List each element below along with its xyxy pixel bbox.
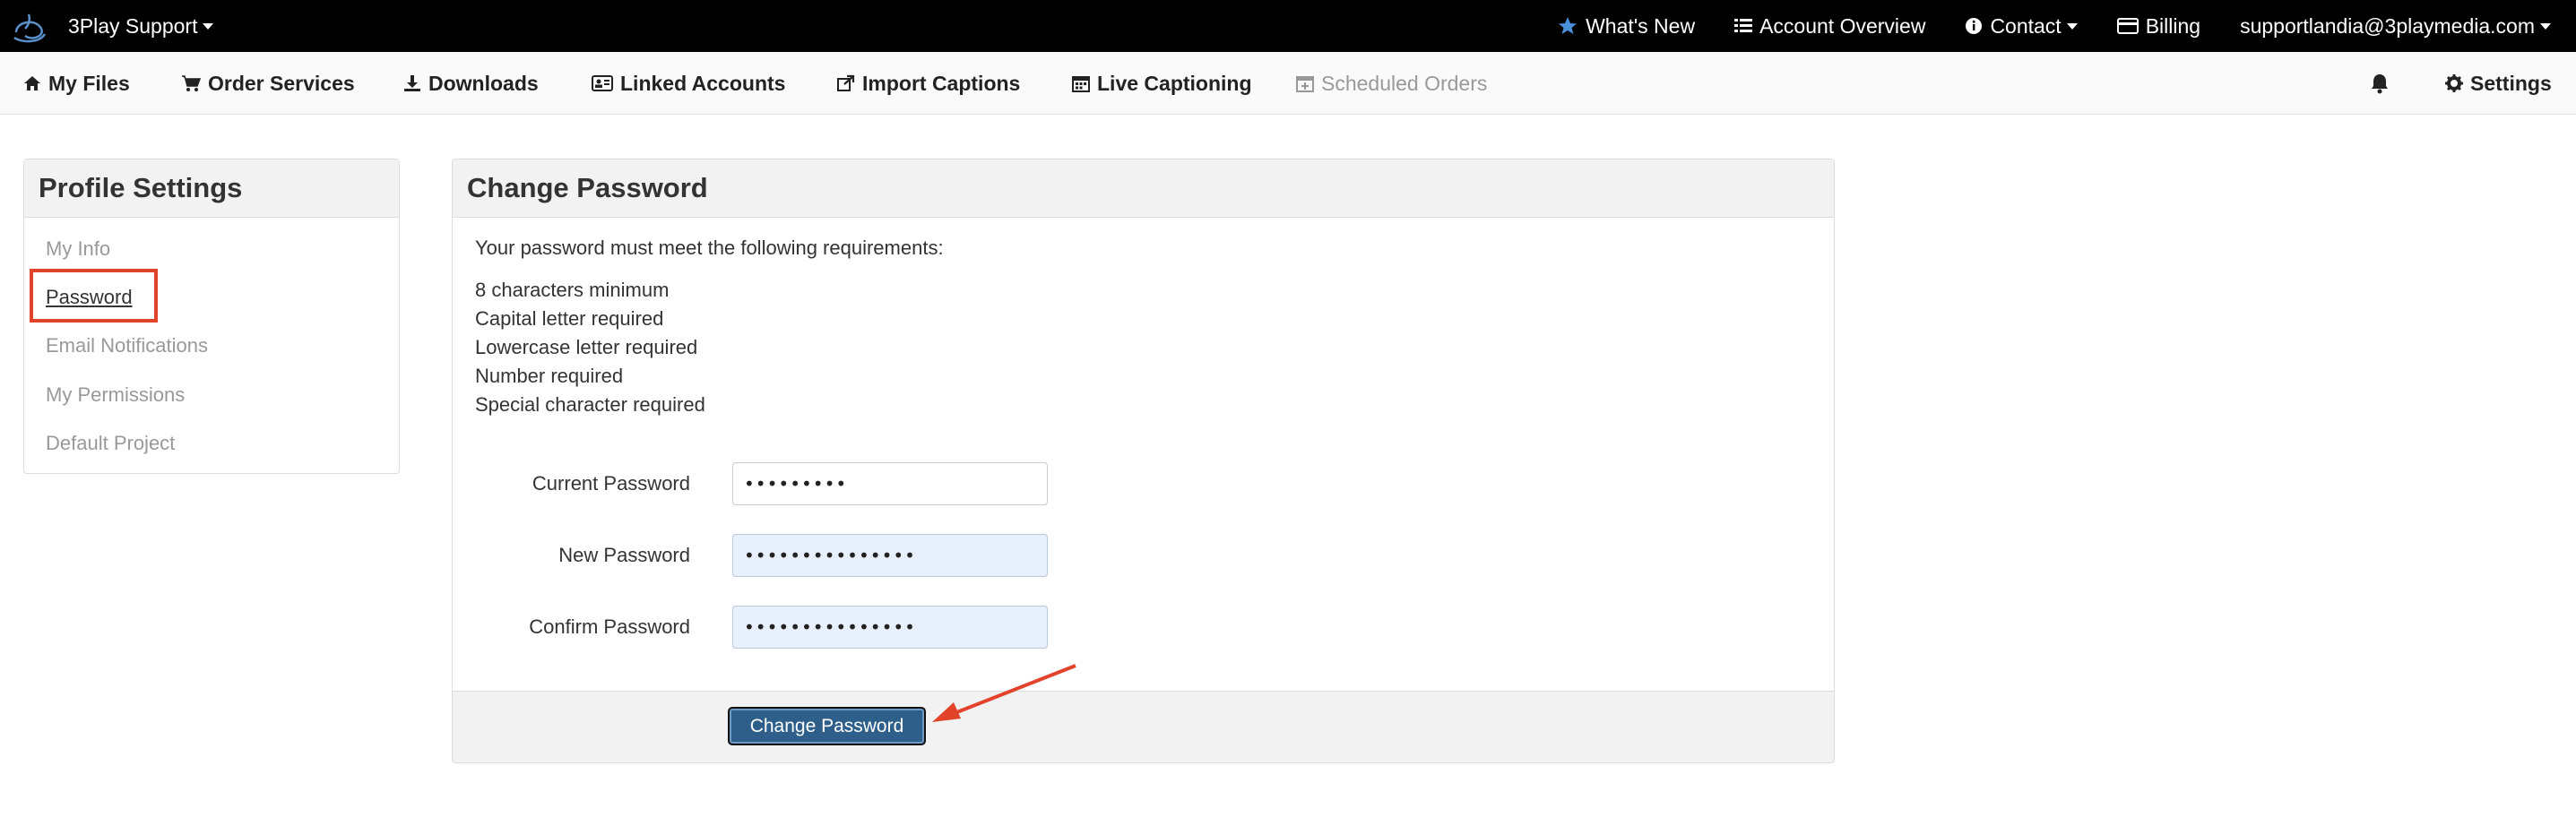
brand: 3Play Support (0, 0, 214, 52)
nav-linked-accounts-label: Linked Accounts (620, 71, 786, 95)
star-icon (1559, 17, 1578, 34)
requirements-list: 8 characters minimum Capital letter requ… (475, 276, 705, 419)
requirement-item: 8 characters minimum (475, 279, 670, 301)
nav-import-captions[interactable]: Import Captions (837, 52, 1020, 115)
nav-import-captions-label: Import Captions (862, 71, 1021, 95)
nav-order-services-label: Order Services (208, 71, 355, 95)
download-icon (404, 75, 420, 91)
notifications-button[interactable] (2370, 52, 2397, 115)
nav-live-captioning[interactable]: Live Captioning (1072, 52, 1252, 115)
nav-order-services[interactable]: Order Services (181, 52, 355, 115)
user-menu-dropdown[interactable]: supportlandia@3playmedia.com (2240, 14, 2551, 39)
contact-dropdown[interactable]: Contact (1965, 13, 2078, 39)
home-icon (24, 76, 40, 90)
settings-label: Settings (2470, 71, 2552, 95)
contact-label: Contact (1990, 13, 2062, 38)
nav-scheduled-orders-label: Scheduled Orders (1321, 71, 1488, 95)
requirements-intro: Your password must meet the following re… (475, 237, 944, 259)
whats-new-link[interactable]: What's New (1557, 14, 1695, 39)
billing-link[interactable]: Billing (2116, 13, 2201, 39)
bell-icon (2372, 74, 2388, 94)
account-name: 3Play Support (68, 13, 198, 38)
sidebar-item-email-notifications[interactable]: Email Notifications (46, 334, 208, 357)
requirement-item: Number required (475, 365, 624, 387)
nav-downloads-label: Downloads (428, 71, 539, 95)
account-overview-label: Account Overview (1759, 13, 1926, 38)
billing-label: Billing (2145, 13, 2201, 38)
top-navbar: 3Play Support What's New Account Overvie… (0, 0, 2576, 52)
nav-live-captioning-label: Live Captioning (1097, 71, 1252, 95)
requirement-item: Special character required (475, 393, 705, 416)
current-password-input[interactable]: ••••••••• (732, 462, 1048, 505)
confirm-password-label: Confirm Password (529, 615, 690, 638)
account-overview-link[interactable]: Account Overview (1734, 14, 1925, 39)
sidebar-item-default-project[interactable]: Default Project (46, 432, 175, 455)
new-password-label: New Password (558, 544, 690, 566)
requirement-item: Capital letter required (475, 307, 664, 330)
nav-downloads[interactable]: Downloads (403, 52, 539, 115)
requirement-item: Lowercase letter required (475, 336, 698, 358)
annotation-arrow-icon (932, 664, 1076, 722)
chevron-down-icon (2066, 22, 2078, 30)
credit-card-icon (2116, 18, 2139, 34)
nav-my-files[interactable]: My Files (23, 52, 130, 115)
list-icon (1734, 19, 1753, 32)
nav-my-files-label: My Files (48, 71, 130, 95)
share-icon (837, 74, 855, 91)
change-password-title: Change Password (453, 159, 1834, 218)
cart-icon (182, 75, 201, 91)
settings-link[interactable]: Settings (2445, 52, 2552, 115)
account-switcher[interactable]: 3Play Support (68, 13, 214, 39)
3play-logo-icon[interactable] (9, 5, 50, 47)
password-highlight-box (30, 269, 158, 323)
chevron-down-icon (2540, 22, 2551, 30)
profile-settings-title: Profile Settings (24, 159, 399, 218)
calendar-plus-icon (1296, 76, 1314, 92)
change-password-panel: Change Password Your password must meet … (452, 159, 1835, 763)
form-footer: Change Password (453, 691, 1834, 762)
sidebar-item-my-info[interactable]: My Info (46, 237, 110, 261)
calendar-icon (1072, 76, 1090, 92)
sidebar-item-my-permissions[interactable]: My Permissions (46, 383, 185, 407)
chevron-down-icon (203, 22, 214, 30)
new-password-input[interactable]: ••••••••••••••• (732, 534, 1048, 577)
nav-linked-accounts[interactable]: Linked Accounts (592, 52, 785, 115)
user-email: supportlandia@3playmedia.com (2240, 13, 2535, 38)
secondary-navbar: My Files Order Services Downloads Linked… (0, 52, 2576, 115)
id-card-icon (592, 75, 613, 91)
gear-icon (2445, 74, 2463, 92)
nav-scheduled-orders[interactable]: Scheduled Orders (1296, 52, 1487, 115)
current-password-label: Current Password (532, 472, 690, 495)
confirm-password-input[interactable]: ••••••••••••••• (732, 606, 1048, 649)
info-icon (1966, 18, 1983, 34)
whats-new-label: What's New (1586, 13, 1696, 38)
change-password-button[interactable]: Change Password (728, 707, 926, 745)
